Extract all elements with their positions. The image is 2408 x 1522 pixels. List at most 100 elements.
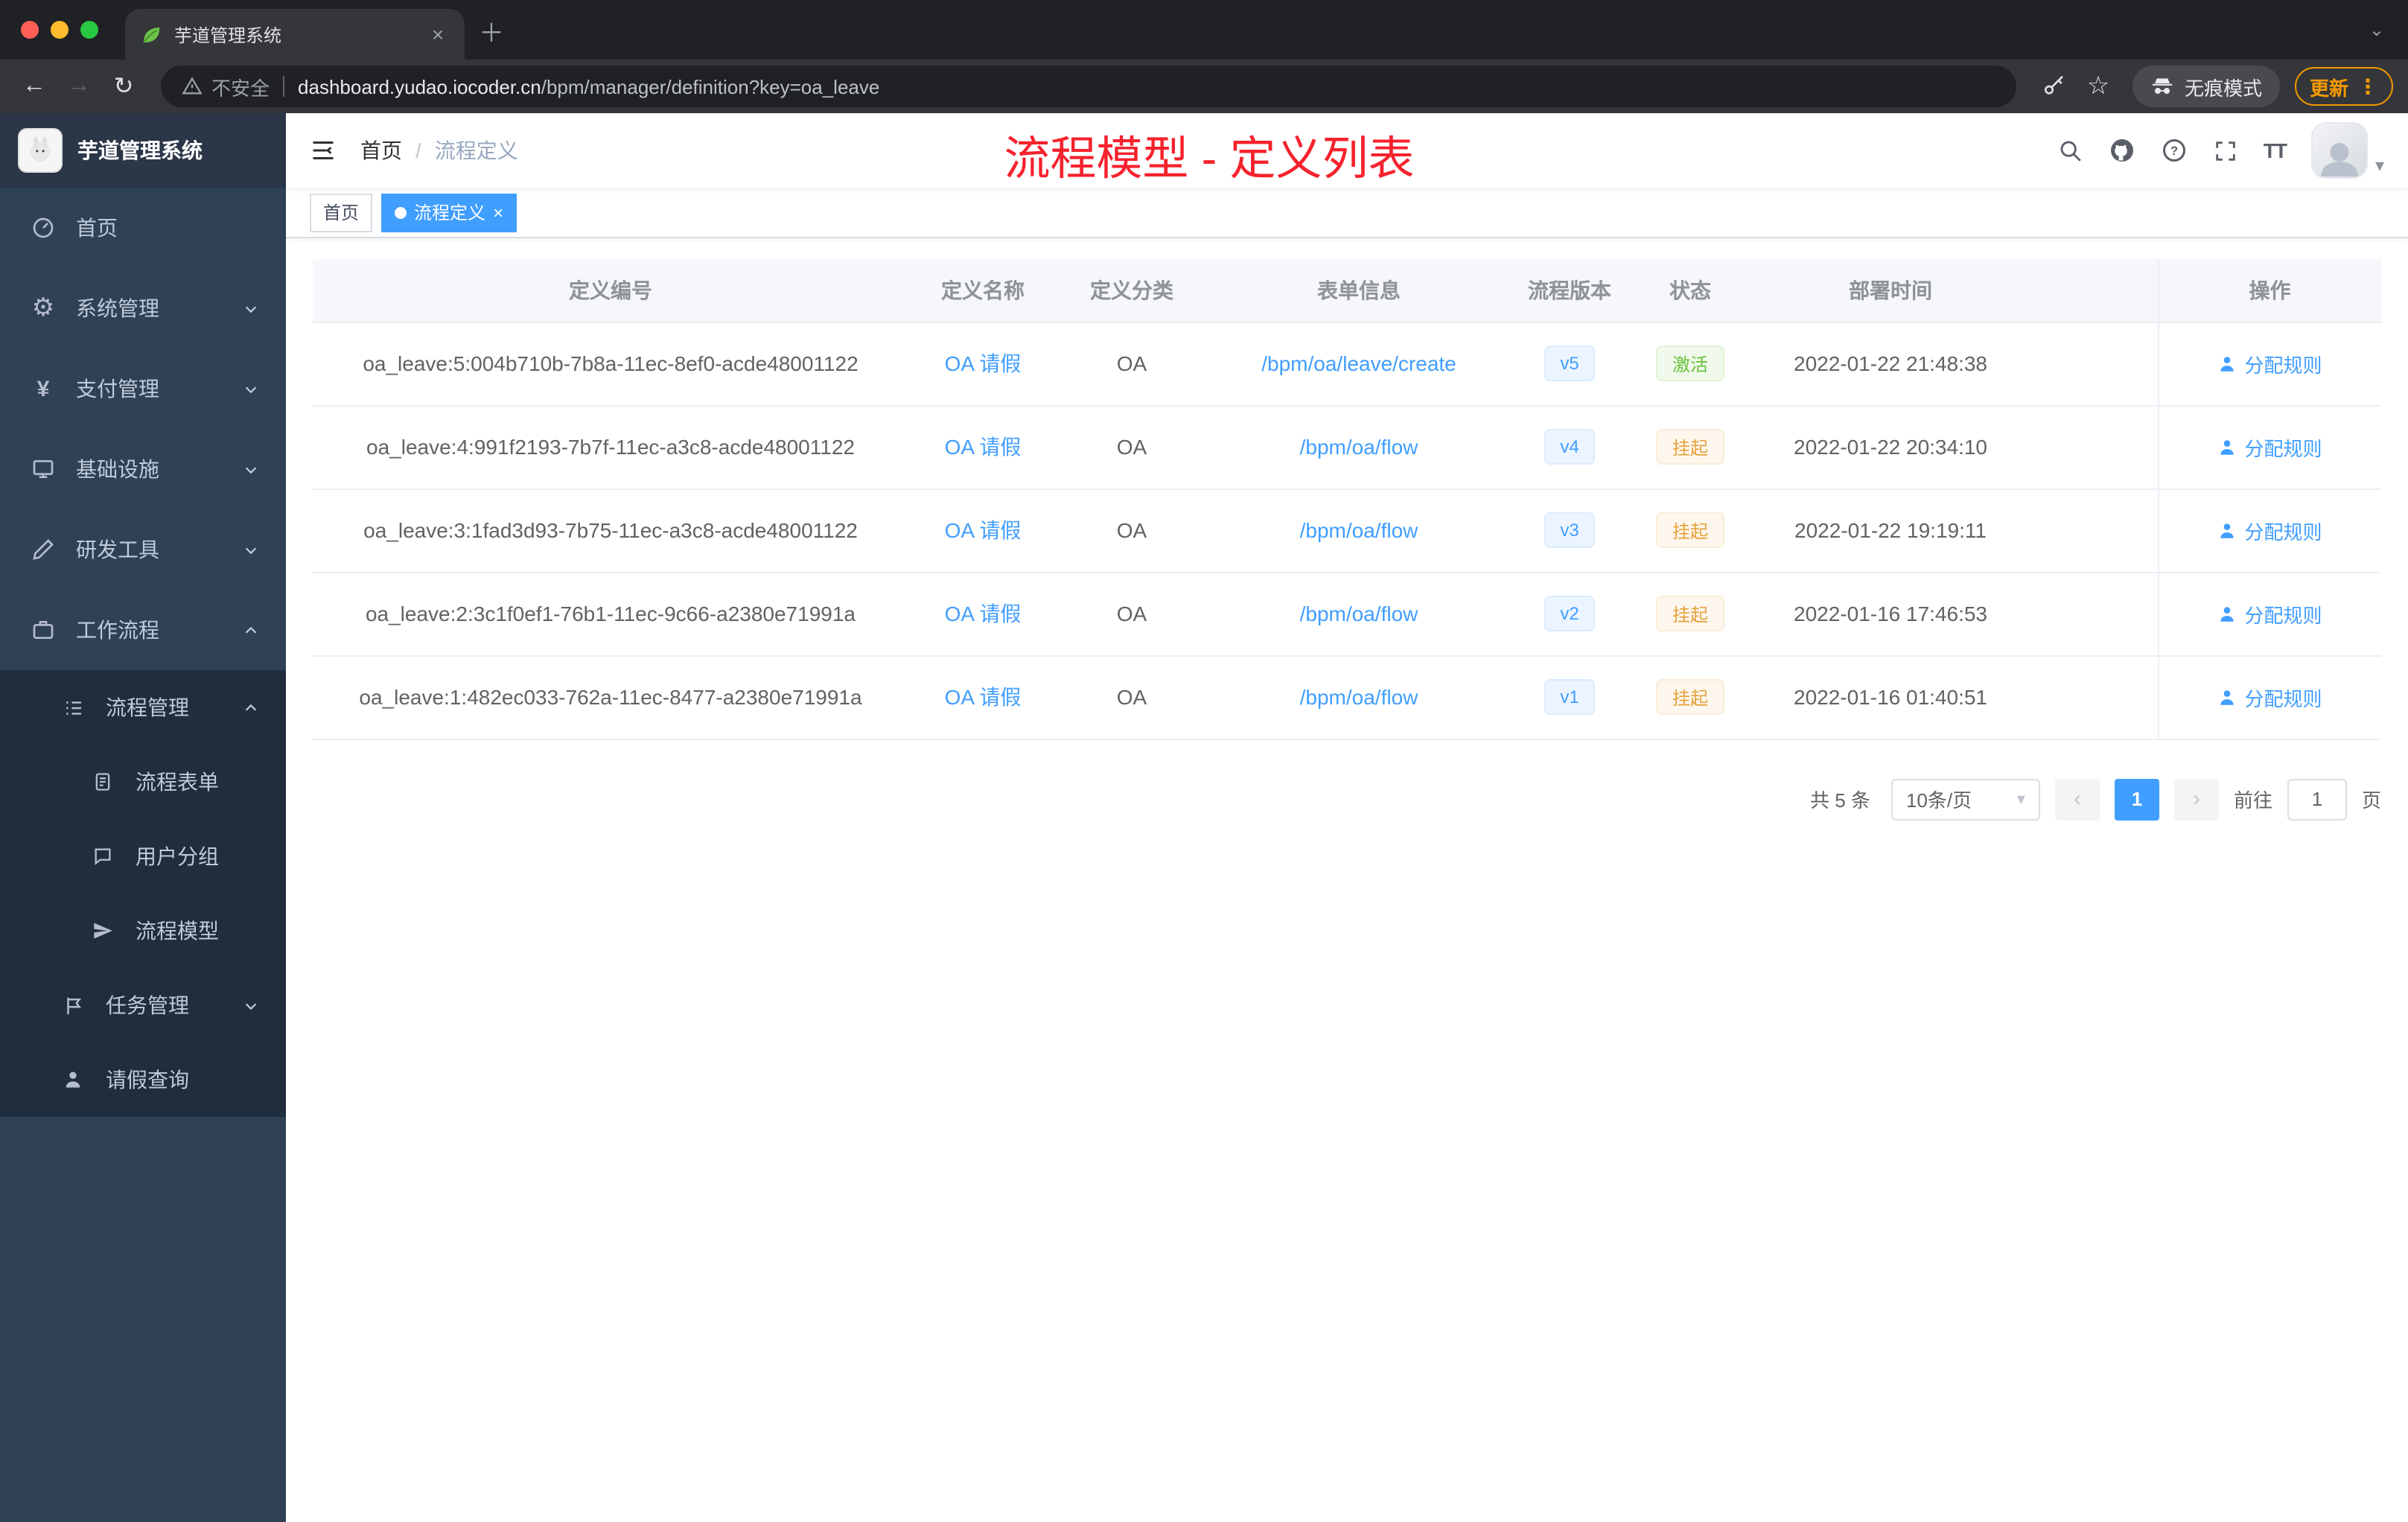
definition-name-link[interactable]: OA 请假: [945, 602, 1022, 625]
assign-rule-link[interactable]: 分配规则: [2217, 349, 2322, 378]
update-label: 更新: [2309, 77, 2348, 99]
tag-process-definition[interactable]: 流程定义 ×: [381, 193, 517, 232]
caret-down-icon: ▾: [2374, 155, 2384, 176]
sidebar-item-system[interactable]: ⚙ 系统管理: [0, 268, 286, 348]
sidebar-item-dev-tools[interactable]: 研发工具: [0, 509, 286, 590]
page-size-select[interactable]: 10条/页 ▾: [1891, 778, 2040, 820]
chrome-update-chip[interactable]: 更新 ⋮: [2294, 67, 2393, 106]
form-info-link[interactable]: /bpm/oa/leave/create: [1261, 351, 1456, 375]
definition-name-link[interactable]: OA 请假: [945, 685, 1022, 709]
chevron-down-icon: [243, 461, 259, 477]
reload-button[interactable]: ↻: [104, 67, 143, 106]
browser-window: 芋道管理系统 × ＋ ⌄ ← → ↻ 不安全 dashboard.yudao.i…: [0, 0, 2408, 1522]
chevron-down-icon: [243, 380, 259, 397]
zoom-window-button[interactable]: [80, 21, 98, 39]
active-tag-dot: [395, 206, 407, 218]
assign-rule-link[interactable]: 分配规则: [2217, 683, 2322, 711]
version-badge[interactable]: v1: [1544, 679, 1596, 715]
sidebar-item-process-form[interactable]: 流程表单: [0, 745, 286, 819]
col-process-version: 流程版本: [1512, 259, 1628, 322]
assign-rule-link[interactable]: 分配规则: [2217, 433, 2322, 461]
next-page-button[interactable]: ›: [2173, 778, 2219, 820]
form-info-link[interactable]: /bpm/oa/flow: [1300, 435, 1418, 459]
yen-icon: ¥: [36, 376, 50, 401]
infrastructure-icon: [30, 457, 57, 481]
tag-close-icon[interactable]: ×: [493, 203, 503, 221]
minimize-window-button[interactable]: [51, 21, 69, 39]
logo-title: 芋道管理系统: [77, 138, 203, 162]
definition-id: oa_leave:3:1fad3d93-7b75-11ec-a3c8-acde4…: [313, 488, 908, 573]
sidebar: 芋道管理系统 首页 ⚙ 系统管理 ¥ 支付管理 基础设施 研发工具 工作流程 流…: [0, 113, 286, 1522]
sidebar-item-process-manage[interactable]: 流程管理: [0, 670, 286, 745]
forward-button: →: [67, 73, 91, 98]
sidebar-item-user-group[interactable]: 用户分组: [0, 819, 286, 894]
security-label[interactable]: 不安全: [211, 72, 270, 101]
definition-name-link[interactable]: OA 请假: [945, 435, 1022, 459]
definition-category: OA: [1057, 488, 1206, 573]
status-badge: 挂起: [1655, 596, 1724, 631]
tab-close-icon[interactable]: ×: [426, 22, 450, 46]
goto-page-input[interactable]: [2287, 778, 2347, 820]
omnibox-divider: [283, 76, 285, 97]
avatar[interactable]: [2310, 122, 2368, 179]
sidebar-item-leave-query[interactable]: 请假查询: [0, 1042, 286, 1117]
goto-unit: 页: [2361, 789, 2381, 812]
help-icon[interactable]: ?: [2161, 137, 2188, 164]
close-window-button[interactable]: [21, 21, 39, 39]
user-menu[interactable]: ▾: [2310, 122, 2384, 179]
incognito-badge: 无痕模式: [2132, 66, 2280, 107]
table-row: oa_leave:2:3c1f0ef1-76b1-11ec-9c66-a2380…: [313, 572, 2381, 656]
sidebar-item-task-manage[interactable]: 任务管理: [0, 968, 286, 1042]
back-button[interactable]: ←: [15, 67, 54, 106]
status-badge: 挂起: [1655, 512, 1724, 548]
browser-tab[interactable]: 芋道管理系统 ×: [125, 9, 465, 60]
prev-page-button[interactable]: ‹: [2054, 778, 2100, 820]
page-number-button[interactable]: 1: [2114, 778, 2159, 820]
form-info-link[interactable]: /bpm/oa/flow: [1300, 602, 1418, 625]
version-badge[interactable]: v4: [1544, 429, 1596, 465]
version-badge[interactable]: v5: [1544, 346, 1596, 381]
col-action: 操作: [2157, 259, 2381, 322]
version-badge[interactable]: v3: [1544, 512, 1596, 548]
new-tab-button[interactable]: ＋: [471, 9, 512, 51]
sidebar-logo[interactable]: 芋道管理系统: [0, 113, 286, 188]
deploy-time: 2022-01-16 17:46:53: [1753, 572, 2028, 656]
deploy-time: 2022-01-22 21:48:38: [1753, 322, 2028, 406]
definition-name-link[interactable]: OA 请假: [945, 351, 1022, 375]
breadcrumb-home[interactable]: 首页: [360, 136, 402, 165]
process-manage-icon: [60, 696, 86, 719]
bookmark-star-icon[interactable]: ☆: [2079, 67, 2118, 106]
col-definition-name: 定义名称: [908, 259, 1057, 322]
password-key-icon[interactable]: [2034, 67, 2073, 106]
definition-category: OA: [1057, 405, 1206, 489]
chevron-up-icon: [243, 699, 259, 716]
chevron-down-icon: [243, 300, 259, 316]
incognito-label: 无痕模式: [2184, 77, 2262, 99]
dev-tools-icon: [30, 538, 57, 561]
table-row: oa_leave:5:004b710b-7b8a-11ec-8ef0-acde4…: [313, 322, 2381, 406]
deploy-time: 2022-01-22 19:19:11: [1753, 488, 2028, 573]
assign-rule-link[interactable]: 分配规则: [2217, 516, 2322, 544]
sidebar-item-infrastructure[interactable]: 基础设施: [0, 429, 286, 509]
sidebar-item-home[interactable]: 首页: [0, 188, 286, 268]
address-bar[interactable]: 不安全 dashboard.yudao.iocoder.cn /bpm/mana…: [161, 66, 2016, 107]
definition-name-link[interactable]: OA 请假: [945, 518, 1022, 542]
fullscreen-icon[interactable]: [2213, 138, 2238, 163]
caret-down-icon: ▾: [2016, 791, 2025, 809]
sidebar-collapse-icon[interactable]: [310, 137, 337, 164]
tag-home[interactable]: 首页: [310, 193, 373, 232]
github-icon[interactable]: [2109, 137, 2135, 164]
workflow-icon: [30, 618, 57, 642]
more-vertical-icon[interactable]: ⋮: [2357, 74, 2378, 99]
sidebar-item-process-model[interactable]: 流程模型: [0, 894, 286, 968]
version-badge[interactable]: v2: [1544, 596, 1596, 631]
form-info-link[interactable]: /bpm/oa/flow: [1300, 518, 1418, 542]
assign-rule-link[interactable]: 分配规则: [2217, 599, 2322, 628]
font-size-icon[interactable]: TT: [2264, 138, 2287, 162]
tab-search-chevron-icon[interactable]: ⌄: [2369, 19, 2408, 40]
sidebar-item-workflow[interactable]: 工作流程: [0, 590, 286, 670]
table-row: oa_leave:3:1fad3d93-7b75-11ec-a3c8-acde4…: [313, 488, 2381, 573]
search-icon[interactable]: [2058, 138, 2083, 163]
form-info-link[interactable]: /bpm/oa/flow: [1300, 685, 1418, 709]
sidebar-item-payment[interactable]: ¥ 支付管理: [0, 348, 286, 429]
